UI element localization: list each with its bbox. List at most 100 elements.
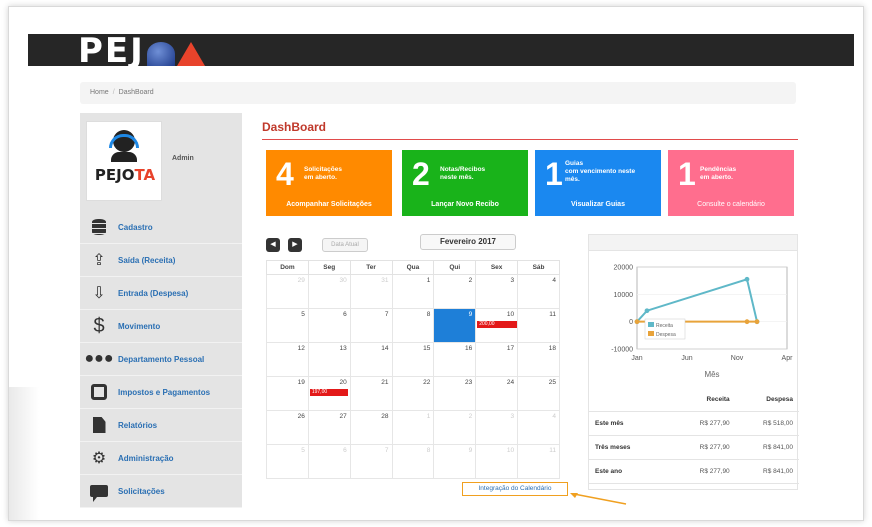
calendar-day[interactable]: 3	[475, 410, 519, 445]
calendar-day[interactable]: 29	[266, 274, 309, 309]
calendar-day-number: 11	[549, 447, 556, 454]
calendar-day[interactable]: 22	[391, 376, 435, 411]
tile-line: em aberto.	[304, 174, 337, 181]
avatar: PEJOTA	[86, 121, 162, 201]
calendar-day[interactable]: 19	[266, 376, 309, 411]
calendar-prev-button[interactable]: ◀	[266, 238, 280, 252]
calendar-day[interactable]: 13	[307, 342, 351, 377]
breadcrumb-home[interactable]: Home	[90, 89, 109, 96]
calendar-day-number: 4	[552, 413, 556, 420]
calendar-day[interactable]: 25	[517, 376, 560, 411]
calendar-day-number: 9	[468, 447, 473, 454]
calendar-day[interactable]: 20 197,00	[307, 376, 351, 411]
calendar-day[interactable]: 2	[433, 410, 477, 445]
inbox-icon	[88, 382, 110, 402]
calendar-day[interactable]: 9	[433, 444, 477, 479]
calendar-day[interactable]: 4	[517, 410, 560, 445]
sidebar-item-impostos[interactable]: Impostos e Pagamentos	[80, 376, 242, 409]
calendar-day[interactable]: 24	[475, 376, 519, 411]
table-row: Este mês R$ 277,90 R$ 518,00	[589, 411, 799, 436]
calendar-event[interactable]: 197,00	[309, 389, 348, 396]
calendar-day[interactable]: 27	[307, 410, 351, 445]
calendar-day[interactable]: 7	[349, 308, 393, 343]
calendar-day[interactable]: 26	[266, 410, 309, 445]
calendar-day[interactable]: 31	[349, 274, 393, 309]
calendar-day-number: 15	[423, 345, 431, 352]
calendar-day-number: 13	[339, 345, 347, 352]
calendar-day-number: 10	[506, 447, 515, 454]
calendar-day[interactable]: 10 200,00	[475, 308, 519, 343]
calendar-day[interactable]: 9	[433, 308, 477, 343]
calendar-day[interactable]: 1	[391, 274, 435, 309]
summary-despesa: R$ 518,00	[735, 411, 799, 436]
sidebar-item-departamento[interactable]: ●●● Departamento Pessoal	[80, 343, 242, 376]
calendar-event[interactable]: 200,00	[477, 321, 518, 328]
sidebar-item-saida[interactable]: ⇪ Saída (Receita)	[80, 244, 242, 277]
breadcrumb: Home / DashBoard	[80, 82, 796, 104]
calendar-weekday: Qui	[433, 260, 477, 275]
calendar-day[interactable]: 8	[391, 308, 435, 343]
chart-y-tick-label: -10000	[611, 347, 633, 354]
tile-number: 1	[545, 156, 563, 192]
calendar-day[interactable]: 5	[266, 308, 309, 343]
chart-legend-label: Receita	[656, 323, 673, 329]
calendar-day[interactable]: 11	[517, 308, 560, 343]
calendar-today-button[interactable]: Data Atual	[322, 238, 368, 252]
triangle-logo-icon	[176, 42, 205, 66]
calendar-day[interactable]: 11	[517, 444, 560, 479]
tile-line: Pendências	[700, 166, 737, 173]
breadcrumb-separator: /	[112, 89, 115, 96]
calendar-day[interactable]: 17	[475, 342, 519, 377]
table-row: Este ano R$ 277,90 R$ 841,00	[589, 459, 799, 484]
calendar-day[interactable]: 4	[517, 274, 560, 309]
sidebar-item-label: Relatórios	[118, 420, 158, 430]
chart-data-point	[744, 276, 750, 282]
calendar-day-number: 6	[343, 447, 347, 454]
sidebar-item-cadastro[interactable]: Cadastro	[80, 211, 242, 244]
tile-action-link[interactable]: Lançar Novo Recibo	[402, 201, 528, 208]
calendar-day[interactable]: 5	[266, 444, 309, 479]
calendar-day-number: 31	[381, 277, 389, 284]
calendar-day[interactable]: 2	[433, 274, 477, 309]
calendar-day[interactable]: 18	[517, 342, 560, 377]
top-navbar: PEJ	[28, 34, 854, 68]
report-icon	[88, 415, 110, 435]
sidebar-item-solicitacoes[interactable]: Solicitações	[80, 475, 242, 508]
calendar-day[interactable]: 6	[307, 444, 351, 479]
calendar-day[interactable]: 8	[391, 444, 435, 479]
calendar-day[interactable]: 14	[349, 342, 393, 377]
calendar-day-number: 18	[548, 345, 556, 352]
calendar-day[interactable]: 1	[391, 410, 435, 445]
chart-legend-swatch	[648, 331, 654, 336]
app-logo[interactable]: PEJ	[78, 34, 205, 68]
calendar-next-button[interactable]: ▶	[288, 238, 302, 252]
tile-line: com vencimento neste	[565, 168, 636, 175]
calendar-day-number: 7	[384, 447, 389, 454]
tile-action-link[interactable]: Acompanhar Solicitações	[266, 201, 392, 208]
calendar-day-number: 24	[506, 379, 515, 386]
calendar-toolbar: ◀ ▶ Data Atual Fevereiro 2017	[266, 234, 566, 254]
calendar-day[interactable]: 7	[349, 444, 393, 479]
calendar-day[interactable]: 10	[475, 444, 519, 479]
calendar-day-number: 1	[426, 413, 431, 420]
calendar-day[interactable]: 12	[266, 342, 309, 377]
tile-line: em aberto.	[700, 174, 733, 181]
sidebar-menu: Cadastro ⇪ Saída (Receita) ⇩ Entrada (De…	[80, 211, 242, 508]
sidebar-item-entrada[interactable]: ⇩ Entrada (Despesa)	[80, 277, 242, 310]
sidebar-item-relatorios[interactable]: Relatórios	[80, 409, 242, 442]
sidebar-item-movimento[interactable]: $ Movimento	[80, 310, 242, 343]
calendar-day[interactable]: 30	[307, 274, 351, 309]
calendar-day-number: 17	[506, 345, 515, 352]
calendar-day[interactable]: 21	[349, 376, 393, 411]
calendar-day[interactable]: 23	[433, 376, 477, 411]
calendar-day[interactable]: 15	[391, 342, 435, 377]
calendar-day[interactable]: 6	[307, 308, 351, 343]
calendar-day[interactable]: 3	[475, 274, 519, 309]
calendar-integration-link[interactable]: Integração do Calendário	[462, 482, 568, 496]
calendar-day[interactable]: 28	[349, 410, 393, 445]
sidebar-item-administracao[interactable]: ⚙ Administração	[80, 442, 242, 475]
tile-action-link[interactable]: Visualizar Guias	[535, 201, 661, 208]
calendar-day[interactable]: 16	[433, 342, 477, 377]
calendar-day-number: 29	[297, 277, 305, 284]
tile-action-link[interactable]: Consulte o calendário	[668, 201, 794, 208]
